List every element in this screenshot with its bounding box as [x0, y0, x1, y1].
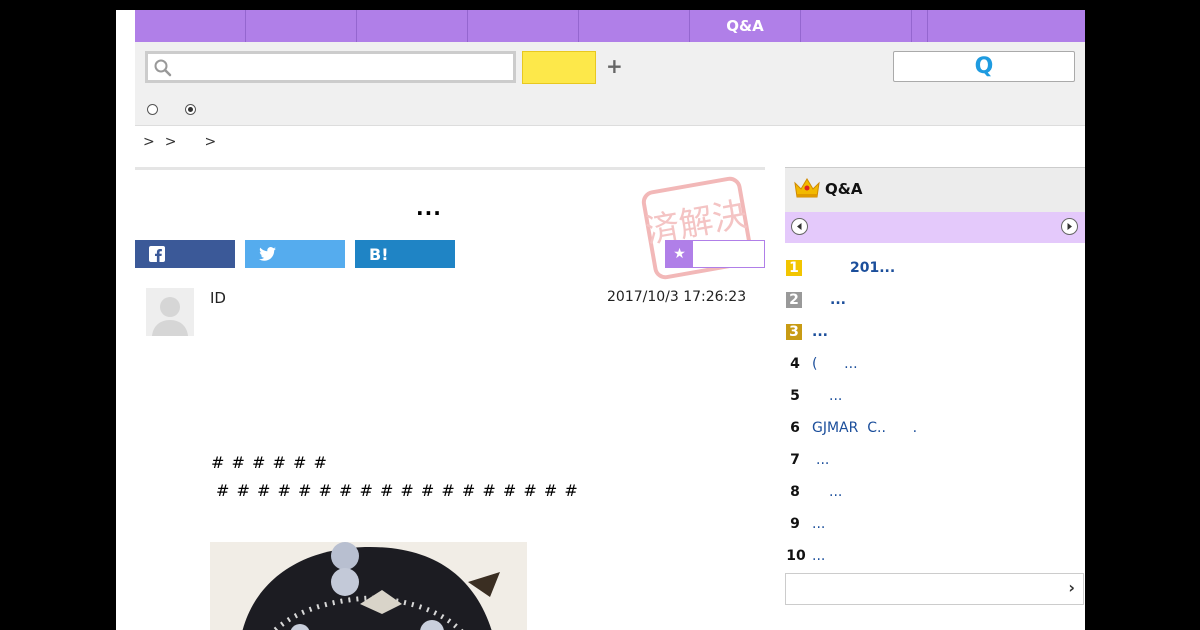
breadcrumb-sep-2: > — [164, 134, 177, 150]
nav-tab-1[interactable] — [135, 10, 246, 42]
rank-number: 2 — [786, 292, 802, 308]
ranking-item[interactable]: 3 ... — [785, 323, 1085, 343]
hatena-bookmark-icon: B! — [369, 244, 389, 264]
rank-number: 1 — [786, 260, 802, 276]
chevron-right-icon: › — [1068, 578, 1075, 597]
body-text-line-2: # # # # # # # # # # # # # # # # # # — [216, 481, 579, 500]
ranking-link[interactable]: ... — [829, 388, 842, 404]
ranking-item[interactable]: 10 ... — [785, 547, 1085, 567]
search-input[interactable] — [178, 56, 512, 80]
twitter-share-button[interactable] — [245, 240, 345, 268]
prev-arrow-icon[interactable] — [791, 218, 808, 235]
search-button[interactable] — [522, 51, 596, 84]
hatena-bookmark-button[interactable]: B! — [355, 240, 455, 268]
ranking-item[interactable]: 2 ... — [785, 291, 1085, 311]
plus-icon[interactable]: + — [606, 54, 623, 78]
nav-tab-4[interactable] — [468, 10, 579, 42]
nav-tab-8[interactable] — [912, 10, 928, 42]
breadcrumb: > > > — [143, 134, 216, 150]
body-text-line-1: # # # # # # — [211, 453, 328, 472]
ranking-item[interactable]: 6 GJMAR C.. . — [785, 419, 1085, 439]
avatar — [146, 288, 194, 336]
ranking-item[interactable]: 1 201... — [785, 259, 1085, 279]
nav-tab-qa[interactable]: Q&A — [690, 10, 801, 42]
next-arrow-icon[interactable] — [1061, 218, 1078, 235]
star-icon: ★ — [666, 241, 693, 267]
post-photo — [210, 542, 527, 630]
ranking-link[interactable]: 201... — [850, 260, 895, 276]
ranking-item[interactable]: 8 ... — [785, 483, 1085, 503]
search-icon — [154, 59, 172, 77]
ranking-link[interactable]: ( ... — [812, 356, 858, 372]
nav-tab-7[interactable] — [801, 10, 912, 42]
content-divider — [135, 167, 765, 170]
ranking-item[interactable]: 9 ... — [785, 515, 1085, 535]
ranking-item[interactable]: 4 ( ... — [785, 355, 1085, 375]
ranking-link[interactable]: ... — [816, 452, 829, 468]
ranking-link[interactable]: ... — [812, 516, 825, 532]
ranking-link[interactable]: ... — [829, 484, 842, 500]
search-bar: + Q — [135, 42, 1085, 126]
rank-number: 6 — [790, 420, 800, 436]
ranking-tab-bar — [785, 212, 1085, 243]
crown-icon — [794, 178, 820, 198]
facebook-share-button[interactable] — [135, 240, 235, 268]
question-button[interactable]: Q — [893, 51, 1075, 82]
breadcrumb-sep-3: > — [204, 134, 217, 150]
user-id: ID — [210, 289, 226, 307]
rank-number: 10 — [786, 548, 806, 564]
top-nav: Q&A — [135, 10, 1085, 42]
ranking-more-button[interactable]: › — [785, 573, 1084, 605]
rank-number: 8 — [790, 484, 800, 500]
ranking-link[interactable]: GJMAR C.. . — [812, 420, 917, 436]
sidebar-title: Q&A — [825, 180, 863, 198]
nav-tab-2[interactable] — [246, 10, 357, 42]
default-user-icon — [146, 288, 194, 336]
nav-tab-5[interactable] — [579, 10, 690, 42]
rank-number: 7 — [790, 452, 800, 468]
ranking-link[interactable]: ... — [830, 292, 846, 308]
rank-number: 5 — [790, 388, 800, 404]
breadcrumb-sep-1: > — [143, 134, 155, 150]
favorite-button[interactable]: ★ — [665, 240, 765, 268]
sidebar-header: Q&A — [785, 168, 1085, 212]
search-box[interactable] — [145, 51, 516, 83]
post-timestamp: 2017/10/3 17:26:23 — [607, 289, 747, 305]
rank-number: 4 — [790, 356, 800, 372]
radio-option-2[interactable] — [185, 104, 196, 115]
ranking-item[interactable]: 7 ... — [785, 451, 1085, 471]
ranking-link[interactable]: ... — [812, 324, 828, 340]
ranking-item[interactable]: 5 ... — [785, 387, 1085, 407]
facebook-icon — [149, 246, 165, 262]
nav-tab-9[interactable] — [928, 10, 1085, 42]
twitter-icon — [259, 247, 276, 261]
ranking-link[interactable]: ... — [812, 548, 825, 564]
question-title: ... — [416, 196, 442, 220]
rank-number: 3 — [786, 324, 802, 340]
radio-option-1[interactable] — [147, 104, 158, 115]
nav-tab-3[interactable] — [357, 10, 468, 42]
page: Q&A + Q > > > ... 済解決 B! ★ ID 2017/10/3 … — [116, 10, 1085, 630]
rank-number: 9 — [790, 516, 800, 532]
